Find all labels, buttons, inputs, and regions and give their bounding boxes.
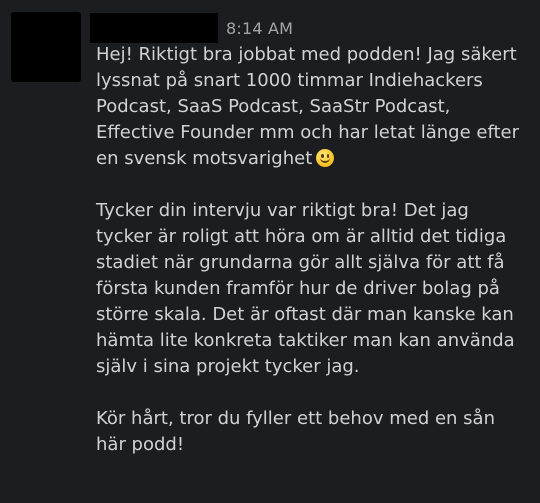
sender-name-redacted[interactable]	[90, 13, 218, 43]
timestamp[interactable]: 8:14 AM	[226, 19, 293, 38]
message-paragraph: Tycker din intervju var riktigt bra! Det…	[96, 200, 515, 377]
message-header: 8:14 AM	[90, 13, 293, 43]
message-paragraph: Hej! Riktigt bra jobbat med podden! Jag …	[96, 42, 528, 172]
message-body: Hej! Riktigt bra jobbat med podden! Jag …	[96, 42, 528, 484]
chat-message: 8:14 AM Hej! Riktigt bra jobbat med podd…	[0, 0, 540, 503]
message-paragraph: Kör hårt, tror du fyller ett behov med e…	[96, 408, 495, 455]
avatar[interactable]	[11, 12, 81, 82]
slightly-smiling-face-icon	[316, 149, 335, 167]
message-paragraph-text: Hej! Riktigt bra jobbat med podden! Jag …	[96, 44, 520, 169]
